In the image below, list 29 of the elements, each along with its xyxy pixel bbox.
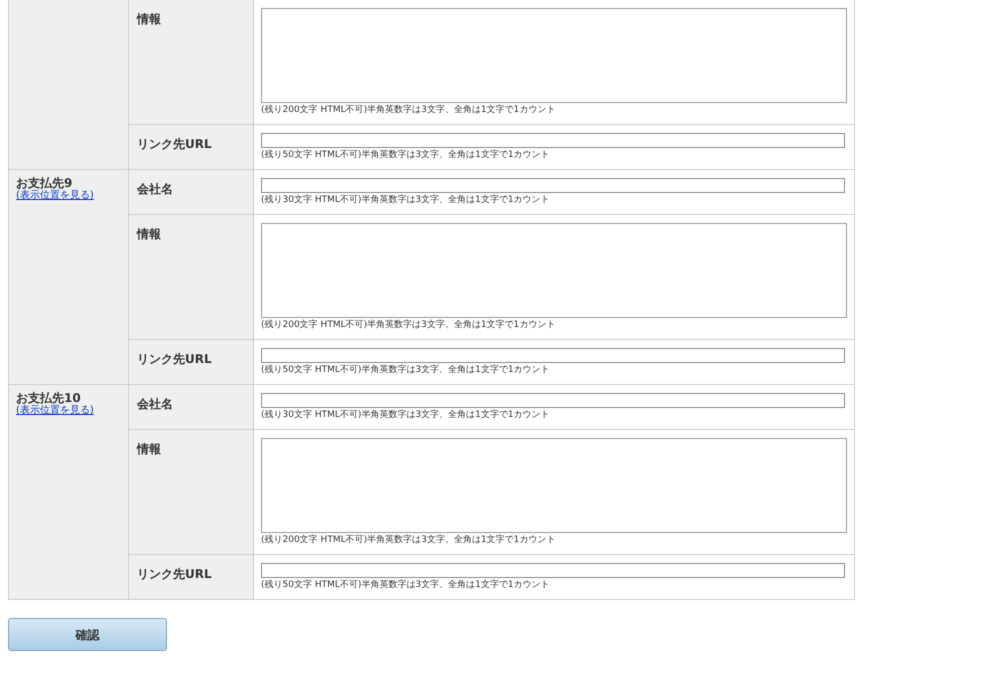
field-label: リンク先URL — [137, 137, 212, 151]
input-field[interactable] — [261, 133, 845, 148]
group-title: お支払先10 — [16, 391, 82, 405]
field-label: 情報 — [137, 227, 161, 241]
field-hint: (残り50文字 HTML不可)半角英数字は3文字、全角は1文字で1カウント — [261, 364, 551, 376]
field-hint: (残り50文字 HTML不可)半角英数字は3文字、全角は1文字で1カウント — [261, 579, 551, 591]
confirm-button[interactable]: 確認 — [8, 618, 167, 651]
text-area[interactable] — [261, 223, 847, 318]
field-hint: (残り50文字 HTML不可)半角英数字は3文字、全角は1文字で1カウント — [261, 149, 551, 161]
text-area[interactable] — [261, 8, 847, 103]
field-hint: (残り30文字 HTML不可)半角英数字は3文字、全角は1文字で1カウント — [261, 409, 551, 421]
field-hint: (残り200文字 HTML不可)半角英数字は3文字、全角は1文字で1カウント — [261, 534, 556, 546]
input-field[interactable] — [261, 348, 845, 363]
show-position-link[interactable]: (表示位置を見る) — [16, 405, 94, 417]
field-label: 情報 — [137, 442, 161, 456]
field-hint: (残り30文字 HTML不可)半角英数字は3文字、全角は1文字で1カウント — [261, 194, 551, 206]
field-hint: (残り200文字 HTML不可)半角英数字は3文字、全角は1文字で1カウント — [261, 319, 556, 331]
show-position-link[interactable]: (表示位置を見る) — [16, 190, 94, 202]
field-label: 会社名 — [137, 182, 173, 196]
input-field[interactable] — [261, 563, 845, 578]
field-label: リンク先URL — [137, 567, 212, 581]
input-field[interactable] — [261, 393, 845, 408]
group-title: お支払先9 — [16, 176, 74, 190]
field-label: 情報 — [137, 12, 161, 26]
text-area[interactable] — [261, 438, 847, 533]
field-label: 会社名 — [137, 397, 173, 411]
field-label: リンク先URL — [137, 352, 212, 366]
input-field[interactable] — [261, 178, 845, 193]
field-hint: (残り200文字 HTML不可)半角英数字は3文字、全角は1文字で1カウント — [261, 104, 556, 116]
